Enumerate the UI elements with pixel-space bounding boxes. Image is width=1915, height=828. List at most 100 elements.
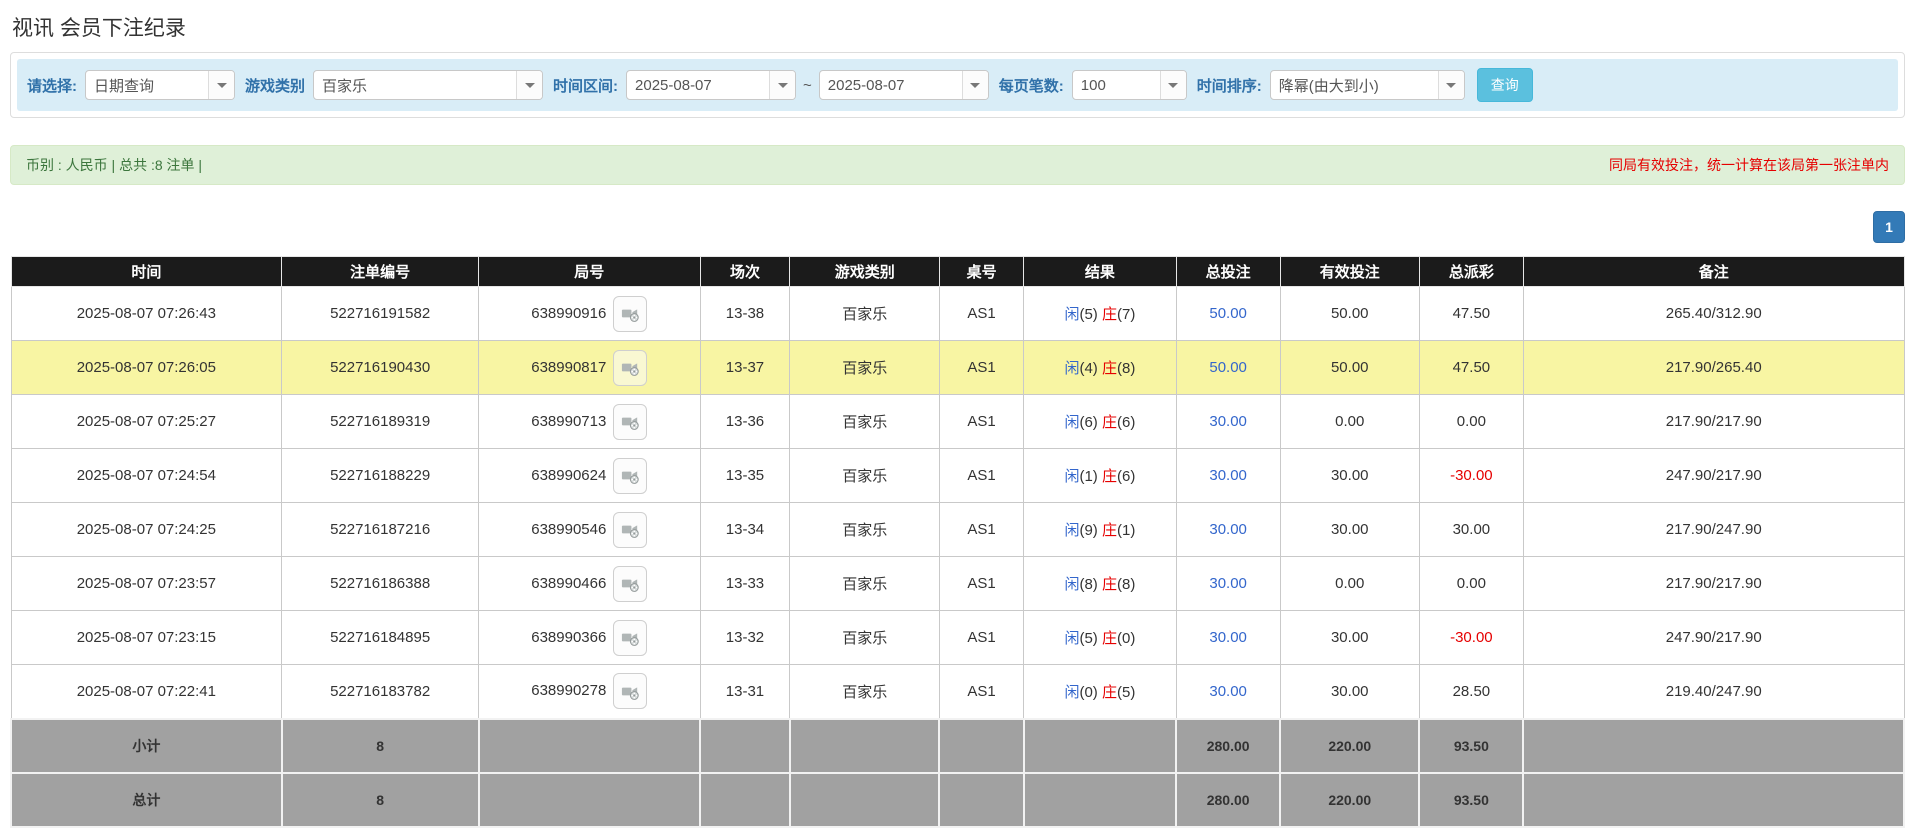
page-size-label: 每页笔数: — [999, 75, 1064, 96]
cell-bet-id: 522716183782 — [282, 665, 479, 719]
cell-session: 13-34 — [700, 503, 790, 557]
column-header-1: 注单编号 — [282, 257, 479, 287]
bet-records-table: 时间注单编号局号场次游戏类别桌号结果总投注有效投注总派彩备注 2025-08-0… — [10, 256, 1905, 828]
video-replay-icon — [620, 573, 641, 594]
chevron-down-icon[interactable] — [208, 71, 234, 99]
result-banker: 庄 — [1102, 360, 1117, 377]
bet-record-row[interactable]: 2025-08-07 07:24:54 522716188229 6389906… — [11, 449, 1904, 503]
cell-round-id: 638990624 — [479, 449, 700, 503]
pagination-page-button[interactable]: 1 — [1873, 211, 1905, 243]
cell-remark: 219.40/247.90 — [1523, 665, 1904, 719]
cell-total-bet[interactable]: 30.00 — [1176, 665, 1280, 719]
time-range-label: 时间区间: — [553, 75, 618, 96]
bet-record-row[interactable]: 2025-08-07 07:23:57 522716186388 6389904… — [11, 557, 1904, 611]
video-replay-icon — [620, 681, 641, 702]
cell-bet-id: 522716186388 — [282, 557, 479, 611]
chevron-down-icon[interactable] — [769, 71, 795, 99]
filter-panel: 请选择: 游戏类别 时间区间: ~ 每页笔数: — [10, 52, 1905, 118]
chevron-down-icon[interactable] — [962, 71, 988, 99]
time-sort-combobox[interactable] — [1270, 70, 1465, 100]
bet-record-row[interactable]: 2025-08-07 07:26:05 522716190430 6389908… — [11, 341, 1904, 395]
video-replay-button[interactable] — [613, 620, 647, 656]
cell-table-no: AS1 — [939, 449, 1023, 503]
column-header-10: 备注 — [1523, 257, 1904, 287]
cell-total-bet[interactable]: 30.00 — [1176, 611, 1280, 665]
chevron-down-icon[interactable] — [1160, 71, 1186, 99]
cell-session: 13-35 — [700, 449, 790, 503]
cell-result: 闲(4) 庄(8) — [1024, 341, 1176, 395]
video-replay-button[interactable] — [613, 512, 647, 548]
time-sort-value[interactable] — [1271, 71, 1438, 99]
cell-total-bet[interactable]: 50.00 — [1176, 341, 1280, 395]
cell-round-id: 638990817 — [479, 341, 700, 395]
bet-record-row[interactable]: 2025-08-07 07:25:27 522716189319 6389907… — [11, 395, 1904, 449]
cell-time: 2025-08-07 07:23:57 — [11, 557, 282, 611]
video-replay-button[interactable] — [613, 350, 647, 386]
cell-total-bet[interactable]: 30.00 — [1176, 395, 1280, 449]
cell-valid-bet: 30.00 — [1280, 611, 1419, 665]
cell-total-bet[interactable]: 50.00 — [1176, 287, 1280, 341]
result-player: 闲 — [1064, 360, 1079, 377]
summary-payout: 93.50 — [1419, 719, 1523, 773]
bet-record-row[interactable]: 2025-08-07 07:26:43 522716191582 6389909… — [11, 287, 1904, 341]
result-banker: 庄 — [1102, 468, 1117, 485]
cell-round-id: 638990278 — [479, 665, 700, 719]
cell-round-id: 638990546 — [479, 503, 700, 557]
query-type-value[interactable] — [86, 71, 208, 99]
video-replay-button[interactable] — [613, 404, 647, 440]
date-from-value[interactable] — [627, 71, 769, 99]
cell-total-bet[interactable]: 30.00 — [1176, 449, 1280, 503]
cell-valid-bet: 0.00 — [1280, 557, 1419, 611]
cell-game-type: 百家乐 — [790, 287, 940, 341]
date-to-value[interactable] — [820, 71, 962, 99]
result-player: 闲 — [1064, 522, 1079, 539]
cell-session: 13-31 — [700, 665, 790, 719]
cell-table-no: AS1 — [939, 611, 1023, 665]
cell-result: 闲(0) 庄(5) — [1024, 665, 1176, 719]
page: 视讯 会员下注纪录 请选择: 游戏类别 时间区间: ~ 每 — [0, 0, 1915, 828]
video-replay-button[interactable] — [613, 296, 647, 332]
video-replay-button[interactable] — [613, 566, 647, 602]
column-header-8: 有效投注 — [1280, 257, 1419, 287]
result-banker: 庄 — [1102, 576, 1117, 593]
video-replay-icon — [620, 519, 641, 540]
column-header-4: 游戏类别 — [790, 257, 940, 287]
cell-table-no: AS1 — [939, 287, 1023, 341]
cell-table-no: AS1 — [939, 665, 1023, 719]
cell-remark: 217.90/265.40 — [1523, 341, 1904, 395]
page-size-combobox[interactable] — [1072, 70, 1187, 100]
cell-valid-bet: 30.00 — [1280, 665, 1419, 719]
cell-total-bet[interactable]: 30.00 — [1176, 503, 1280, 557]
warning-text: 同局有效投注，统一计算在该局第一张注单内 — [1609, 155, 1889, 175]
cell-result: 闲(5) 庄(0) — [1024, 611, 1176, 665]
video-replay-button[interactable] — [613, 458, 647, 494]
video-replay-icon — [620, 303, 641, 324]
result-player: 闲 — [1064, 630, 1079, 647]
search-button[interactable]: 查询 — [1477, 68, 1533, 102]
game-type-value[interactable] — [314, 71, 516, 99]
cell-bet-id: 522716189319 — [282, 395, 479, 449]
date-range-tilde: ~ — [803, 77, 812, 94]
date-from-combobox[interactable] — [626, 70, 796, 100]
bet-record-row[interactable]: 2025-08-07 07:24:25 522716187216 6389905… — [11, 503, 1904, 557]
cell-result: 闲(1) 庄(6) — [1024, 449, 1176, 503]
page-size-value[interactable] — [1073, 71, 1160, 99]
date-to-combobox[interactable] — [819, 70, 989, 100]
summary-valid-bet: 220.00 — [1280, 719, 1419, 773]
chevron-down-icon[interactable] — [516, 71, 542, 99]
cell-remark: 217.90/217.90 — [1523, 395, 1904, 449]
cell-result: 闲(9) 庄(1) — [1024, 503, 1176, 557]
chevron-down-icon[interactable] — [1438, 71, 1464, 99]
cell-total-bet[interactable]: 30.00 — [1176, 557, 1280, 611]
bet-record-row[interactable]: 2025-08-07 07:23:15 522716184895 6389903… — [11, 611, 1904, 665]
game-type-combobox[interactable] — [313, 70, 543, 100]
cell-payout: 0.00 — [1419, 395, 1523, 449]
bet-record-row[interactable]: 2025-08-07 07:22:41 522716183782 6389902… — [11, 665, 1904, 719]
cell-time: 2025-08-07 07:26:05 — [11, 341, 282, 395]
column-header-0: 时间 — [11, 257, 282, 287]
video-replay-button[interactable] — [613, 673, 647, 709]
query-type-combobox[interactable] — [85, 70, 235, 100]
cell-result: 闲(6) 庄(6) — [1024, 395, 1176, 449]
cell-remark: 247.90/217.90 — [1523, 611, 1904, 665]
cell-session: 13-32 — [700, 611, 790, 665]
